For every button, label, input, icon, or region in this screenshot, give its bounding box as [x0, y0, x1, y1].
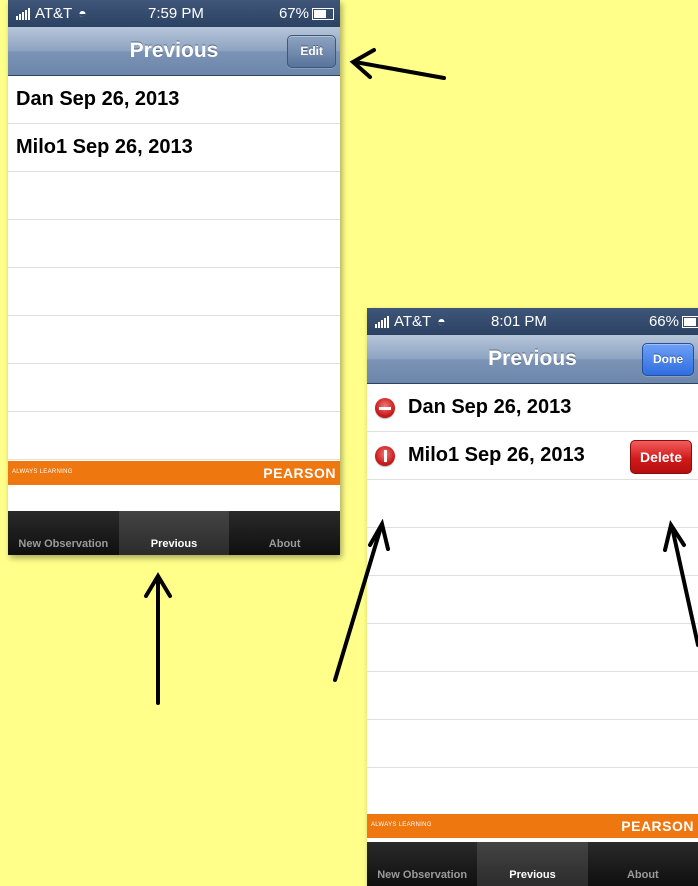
tab-previous[interactable]: Previous — [118, 511, 230, 555]
list-item-label: Milo1 Sep 26, 2013 — [16, 136, 193, 158]
tab-new-observation[interactable]: New Observation — [367, 842, 477, 886]
empty-row — [8, 412, 340, 460]
observation-list: Dan Sep 26, 2013 Milo1 Sep 26, 2013 Dele… — [367, 384, 698, 768]
tab-label: Previous — [509, 869, 556, 881]
wifi-icon: ◓ — [78, 5, 87, 21]
tab-bar: New Observation Previous About — [367, 842, 698, 886]
empty-row — [8, 364, 340, 412]
list-item[interactable]: Dan Sep 26, 2013 — [8, 76, 340, 124]
empty-row — [367, 672, 698, 720]
battery: 66% — [649, 308, 698, 335]
status-time: 7:59 PM — [148, 5, 204, 22]
tab-about[interactable]: About — [588, 842, 698, 886]
wifi-icon: ◓ — [437, 313, 446, 329]
phone-screen-left: AT&T ◓ 7:59 PM 67% Previous Edit Dan Sep … — [8, 0, 340, 555]
minus-circle-icon[interactable] — [375, 398, 395, 418]
brand-logo: PEARSON — [621, 818, 694, 834]
tab-new-observation[interactable]: New Observation — [8, 511, 119, 555]
carrier: AT&T ◓ — [16, 0, 87, 27]
signal-bars-icon — [16, 8, 32, 21]
pearson-banner: ALWAYS LEARNING PEARSON — [367, 814, 698, 838]
empty-row — [367, 528, 698, 576]
arrow-icon — [144, 572, 172, 705]
list-item[interactable]: Milo1 Sep 26, 2013 Delete — [367, 432, 698, 480]
status-bar: AT&T ◓ 7:59 PM 67% — [8, 0, 340, 27]
carrier-label: AT&T — [394, 313, 432, 330]
pearson-banner: ALWAYS LEARNING PEARSON — [8, 461, 340, 485]
battery-icon — [312, 8, 334, 21]
list-item-label: Dan Sep 26, 2013 — [16, 88, 180, 110]
tab-label: Previous — [150, 538, 198, 550]
tab-bar: New Observation Previous About — [8, 511, 340, 555]
tagline: ALWAYS LEARNING — [12, 469, 73, 475]
rotated-minus-circle-icon[interactable] — [375, 446, 395, 466]
battery: 67% — [279, 0, 334, 27]
empty-row — [8, 268, 340, 316]
tab-about[interactable]: About — [229, 511, 340, 555]
phone-screen-right: AT&T ◓ 8:01 PM 66% Previous Done Dan Sep … — [367, 308, 698, 886]
done-button[interactable]: Done — [642, 343, 694, 376]
navigation-bar: Previous Edit — [8, 27, 340, 76]
battery-percent: 67% — [278, 5, 309, 22]
carrier: AT&T ◓ — [375, 308, 446, 335]
arrow-icon — [349, 48, 446, 80]
empty-row — [367, 576, 698, 624]
brand-logo: PEARSON — [263, 465, 336, 481]
observation-list: Dan Sep 26, 2013 Milo1 Sep 26, 2013 — [8, 76, 340, 460]
tagline: ALWAYS LEARNING — [371, 822, 432, 828]
battery-percent: 66% — [648, 313, 679, 330]
empty-row — [8, 316, 340, 364]
tab-label: About — [626, 869, 659, 881]
status-bar: AT&T ◓ 8:01 PM 66% — [367, 308, 698, 335]
delete-button[interactable]: Delete — [629, 440, 692, 474]
battery-icon — [682, 316, 698, 329]
empty-row — [367, 624, 698, 672]
tab-label: About — [268, 538, 301, 550]
tab-label: New Observation — [377, 869, 468, 881]
empty-row — [8, 220, 340, 268]
navigation-bar: Previous Done — [367, 335, 698, 384]
empty-row — [8, 172, 340, 220]
edit-button[interactable]: Edit — [287, 35, 336, 68]
tab-label: New Observation — [18, 538, 109, 550]
tab-previous[interactable]: Previous — [477, 842, 588, 886]
carrier-label: AT&T — [35, 5, 73, 22]
empty-row — [367, 480, 698, 528]
list-item[interactable]: Dan Sep 26, 2013 — [367, 384, 698, 432]
list-item-label: Dan Sep 26, 2013 — [408, 396, 572, 418]
empty-row — [367, 720, 698, 768]
signal-bars-icon — [375, 316, 391, 329]
status-time: 8:01 PM — [491, 313, 547, 330]
list-item[interactable]: Milo1 Sep 26, 2013 — [8, 124, 340, 172]
list-item-label: Milo1 Sep 26, 2013 — [408, 444, 585, 466]
